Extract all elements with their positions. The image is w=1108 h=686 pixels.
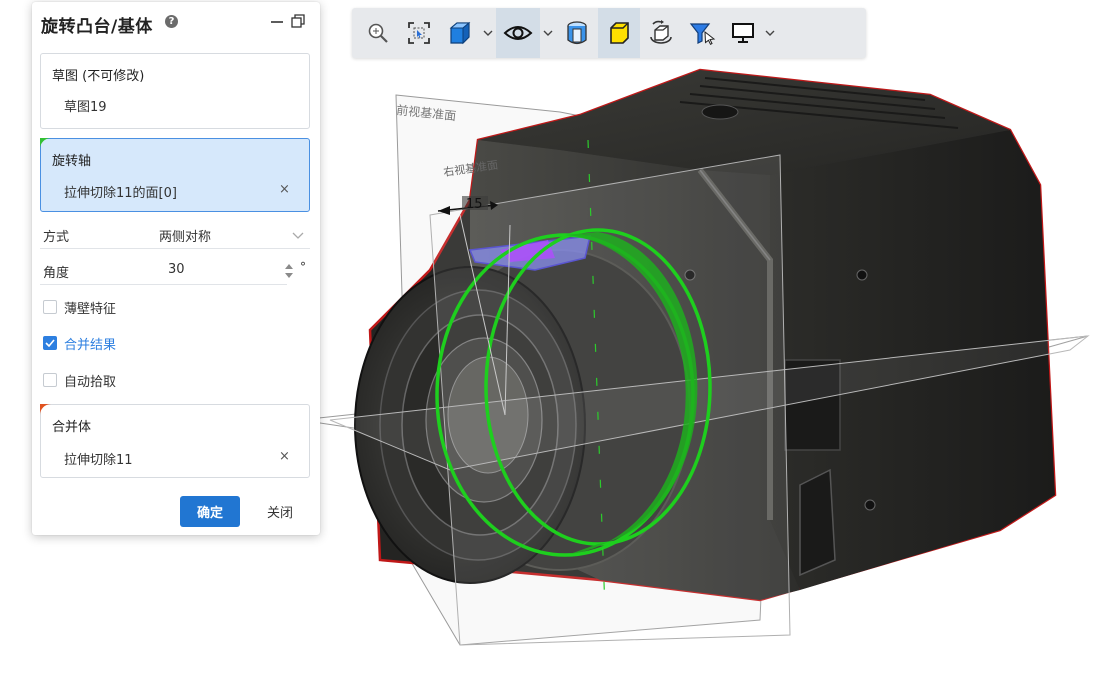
panel-header[interactable]: 旋转凸台/基体 ?: [32, 2, 320, 46]
zoom-button[interactable]: [358, 8, 398, 58]
display-settings-icon: [732, 23, 754, 43]
merge-body-value: 拉伸切除11: [64, 453, 133, 468]
rotate-view-icon: [650, 20, 672, 44]
angle-row[interactable]: 角度 30: [40, 258, 287, 285]
dimension-value[interactable]: 15: [466, 197, 483, 212]
merge-result-label: 合并结果: [64, 337, 117, 353]
auto-pick-label: 自动拾取: [64, 374, 117, 390]
zoom-to-fit-icon: [408, 22, 430, 44]
chevron-down-icon[interactable]: [292, 232, 304, 240]
merge-body-color-marker: [40, 404, 51, 415]
section-view-button[interactable]: [556, 8, 598, 58]
visibility-button[interactable]: [496, 8, 540, 58]
auto-pick-checkbox[interactable]: [43, 373, 57, 387]
chevron-down-icon: [543, 30, 553, 36]
section-view-icon: [567, 21, 587, 45]
view-cube-icon: [449, 21, 471, 45]
merge-body-remove-button[interactable]: ×: [279, 449, 290, 464]
zoom-to-fit-button[interactable]: [398, 8, 440, 58]
axis-label: 旋转轴: [52, 154, 92, 169]
axis-color-marker: [40, 138, 51, 149]
help-circle-icon[interactable]: ?: [165, 15, 178, 28]
minimize-icon[interactable]: [269, 11, 285, 31]
view-orientation-dropdown[interactable]: [480, 8, 496, 58]
auto-pick-checkbox-row[interactable]: 自动拾取: [43, 371, 117, 390]
axis-remove-button[interactable]: ×: [279, 182, 290, 197]
shaded-display-button[interactable]: [598, 8, 640, 58]
thin-feature-checkbox[interactable]: [43, 300, 57, 314]
angle-input[interactable]: 30: [168, 262, 185, 277]
merge-result-checkbox[interactable]: [43, 336, 57, 350]
method-row[interactable]: 方式 两侧对称: [40, 222, 310, 249]
rotate-view-button[interactable]: [640, 8, 682, 58]
thin-feature-label: 薄壁特征: [64, 301, 117, 317]
visibility-eye-icon: [503, 26, 533, 40]
angle-stepper[interactable]: [283, 261, 295, 281]
merge-result-checkbox-row[interactable]: 合并结果: [43, 334, 117, 353]
close-button[interactable]: 关闭: [254, 496, 306, 527]
display-settings-button[interactable]: [724, 8, 762, 58]
checkmark-icon: [45, 339, 55, 347]
revolve-boss-panel: 旋转凸台/基体 ? 草图 (不可修改) 草图19 旋转轴 拉伸切除11的面[0]…: [32, 2, 320, 535]
sketch-value: 草图19: [64, 100, 107, 115]
view-orientation-button[interactable]: [440, 8, 480, 58]
sketch-label: 草图 (不可修改): [52, 69, 145, 84]
ok-button[interactable]: 确定: [180, 496, 240, 527]
display-settings-dropdown[interactable]: [762, 8, 778, 58]
chevron-down-icon: [483, 30, 493, 36]
merge-body-selection-box[interactable]: 合并体 拉伸切除11 ×: [40, 404, 310, 478]
view-toolbar: [352, 8, 866, 58]
panel-title: 旋转凸台/基体: [41, 17, 153, 37]
visibility-dropdown[interactable]: [540, 8, 556, 58]
angle-unit: °: [300, 260, 306, 274]
axis-value: 拉伸切除11的面[0]: [64, 186, 177, 201]
merge-body-label: 合并体: [52, 420, 92, 435]
axis-selection-box[interactable]: 旋转轴 拉伸切除11的面[0] ×: [40, 138, 310, 212]
restore-window-icon[interactable]: [290, 11, 306, 31]
sketch-selection-box[interactable]: 草图 (不可修改) 草图19: [40, 53, 310, 129]
chevron-down-icon: [765, 30, 775, 36]
selection-filter-button[interactable]: [682, 8, 724, 58]
shaded-display-icon: [610, 22, 629, 44]
method-select[interactable]: 两侧对称: [159, 226, 211, 245]
zoom-icon: [368, 23, 388, 43]
selection-filter-icon: [689, 23, 716, 45]
angle-label: 角度: [43, 266, 70, 281]
method-label: 方式: [43, 230, 70, 245]
thin-feature-checkbox-row[interactable]: 薄壁特征: [43, 298, 117, 317]
